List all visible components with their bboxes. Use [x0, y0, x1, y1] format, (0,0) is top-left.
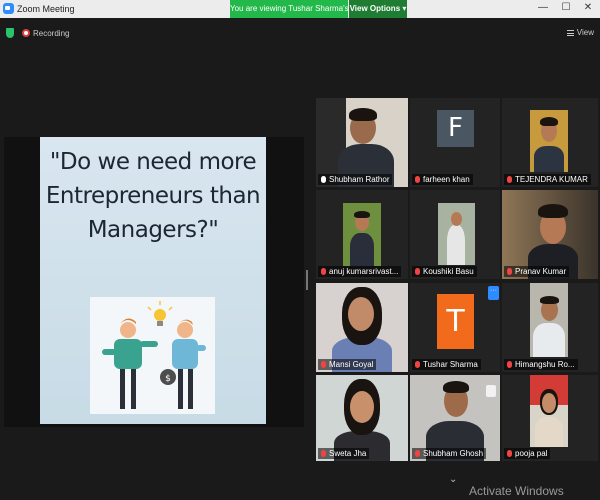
mic-muted-icon — [507, 361, 512, 368]
mic-muted-icon — [415, 450, 420, 457]
participant-name: Tushar Sharma — [412, 359, 481, 370]
mic-muted-icon — [415, 361, 420, 368]
zoom-logo-icon — [3, 3, 14, 14]
participant-tile-farheen-khan[interactable]: F farheen khan — [410, 98, 500, 187]
slide-line-3: Managers?" — [87, 217, 219, 243]
recording-icon — [22, 29, 30, 37]
participant-tile-pooja-pal[interactable]: pooja pal — [502, 375, 598, 461]
participant-name: Shubham Ghosh — [412, 448, 487, 459]
maximize-icon[interactable]: ☐ — [558, 2, 574, 13]
mic-muted-icon — [507, 176, 512, 183]
security-shield-icon[interactable] — [6, 28, 14, 38]
participant-tile-koushiki-basu[interactable]: Koushiki Basu — [410, 190, 500, 279]
participant-tile-sweta-jha[interactable]: Sweta Jha — [316, 375, 408, 461]
slide-line-2: Entrepreneurs than — [45, 183, 261, 209]
slide-line-1: "Do we need more — [49, 149, 257, 175]
mic-icon — [321, 176, 326, 183]
participant-tile-shubham-rathor[interactable]: Shubham Rathor — [316, 98, 408, 187]
participant-tile-pranav-kumar[interactable]: Pranav Kumar — [502, 190, 598, 279]
minimize-icon[interactable]: — — [535, 2, 551, 13]
participant-video — [343, 203, 381, 266]
svg-text:$: $ — [165, 374, 171, 384]
mic-muted-icon — [321, 361, 326, 368]
title-bar: Zoom Meeting You are viewing Tushar Shar… — [0, 0, 600, 18]
recording-label: Recording — [33, 29, 70, 38]
activate-windows-watermark: Activate Windows — [469, 484, 564, 498]
participant-avatar: T — [437, 294, 474, 349]
view-label: View — [576, 28, 594, 37]
participant-tile-mansi-goyal[interactable]: Mansi Goyal — [316, 283, 408, 372]
app-title: Zoom Meeting — [3, 3, 75, 14]
viewing-banner: You are viewing Tushar Sharma's screen — [230, 0, 375, 18]
mic-muted-icon — [321, 268, 326, 275]
mic-muted-icon — [321, 450, 326, 457]
slide-title: "Do we need more Entrepreneurs than Mana… — [40, 145, 266, 247]
participant-tile-himangshu[interactable]: Himangshu Ro... — [502, 283, 598, 372]
participant-video — [530, 110, 568, 172]
participant-tile-tushar-sharma[interactable]: T Tushar Sharma — [410, 283, 500, 372]
participant-name: anuj kumarsrivast... — [318, 266, 402, 277]
participant-name: Sweta Jha — [318, 448, 370, 459]
shared-slide: "Do we need more Entrepreneurs than Mana… — [40, 137, 266, 424]
window-title: Zoom Meeting — [17, 3, 75, 14]
participant-name: pooja pal — [504, 448, 551, 459]
view-list-icon — [566, 29, 574, 36]
participant-name: Mansi Goyal — [318, 359, 377, 370]
participant-name: Pranav Kumar — [504, 266, 570, 277]
chevron-down-icon[interactable]: ⌄ — [449, 474, 457, 485]
panel-resize-handle[interactable] — [306, 270, 308, 290]
participant-name: Himangshu Ro... — [504, 359, 578, 370]
participant-tile-tejendra-kumar[interactable]: TEJENDRA KUMAR — [502, 98, 598, 187]
participant-video — [530, 283, 568, 357]
participant-tile-shubham-ghosh[interactable]: Shubham Ghosh — [410, 375, 500, 461]
view-options-button[interactable]: View Options ▾ — [349, 0, 407, 18]
mic-muted-icon — [415, 268, 420, 275]
participant-video — [438, 203, 475, 265]
close-icon[interactable]: ✕ — [580, 2, 596, 13]
more-options-icon[interactable]: ··· — [488, 286, 499, 300]
participant-name: farheen khan — [412, 174, 473, 185]
mic-muted-icon — [507, 450, 512, 457]
participant-avatar: F — [437, 110, 474, 147]
participant-tile-anuj-kumar[interactable]: anuj kumarsrivast... — [316, 190, 408, 279]
participant-name: Koushiki Basu — [412, 266, 477, 277]
meeting-status-bar: Recording View — [0, 22, 600, 44]
view-button[interactable]: View — [566, 28, 594, 37]
participant-video — [530, 375, 568, 447]
participant-name: TEJENDRA KUMAR — [504, 174, 591, 185]
entrepreneur-illustration: $ — [90, 297, 215, 414]
mic-muted-icon — [415, 176, 420, 183]
mic-muted-icon — [507, 268, 512, 275]
participant-name: Shubham Rathor — [318, 174, 393, 185]
